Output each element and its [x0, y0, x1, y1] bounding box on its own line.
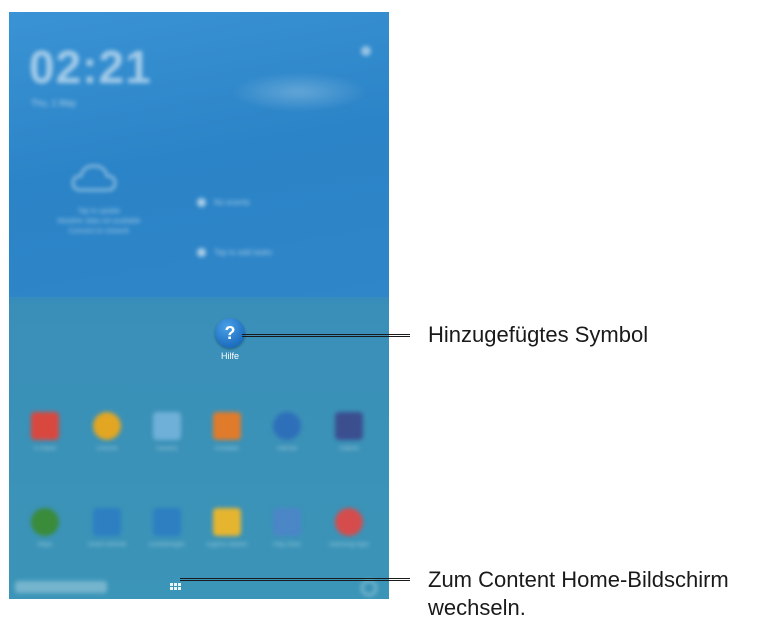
app-label: Eigene Dateien: [206, 542, 248, 548]
tasks-row[interactable]: Tap to add tasks: [197, 244, 272, 260]
weather-text: Tap to update Weather data not available…: [39, 207, 159, 237]
tablet-home-screen: 02:21 Thu, 1 May Tap to update Weather d…: [9, 12, 389, 599]
help-app-icon[interactable]: ? Hilfe: [210, 318, 250, 361]
gallery-icon[interactable]: [335, 412, 363, 440]
weather-line: Weather data not available: [57, 218, 141, 225]
app-label: Maps: [37, 542, 53, 548]
contacts-icon[interactable]: [213, 412, 241, 440]
widget-settings-icon[interactable]: [361, 46, 371, 56]
events-row[interactable]: No events: [197, 194, 250, 210]
weather-cloud-icon[interactable]: [69, 160, 119, 196]
widget-area: 02:21 Thu, 1 May Tap to update Weather d…: [9, 12, 389, 297]
help-icon: ?: [215, 318, 245, 348]
settings-icon[interactable]: [153, 508, 181, 536]
search-pill[interactable]: [15, 581, 107, 593]
app-label: Einstellungen: [148, 542, 186, 548]
callout-line-content-home: [180, 578, 410, 581]
play-store-icon[interactable]: [273, 508, 301, 536]
calendar-icon: [197, 197, 206, 207]
app-label: Smart Remote: [87, 542, 127, 548]
app-label: Kontakte: [215, 446, 239, 452]
tasks-label: Tap to add tasks: [214, 247, 273, 257]
date-label: Thu, 1 May: [31, 98, 77, 108]
app-label: Play Store: [273, 542, 301, 548]
my-files-icon[interactable]: [213, 508, 241, 536]
weather-line: Connect to network: [68, 228, 130, 235]
task-icon: [197, 247, 206, 257]
weather-line: Tap to update: [77, 208, 121, 215]
grid-dot: [170, 583, 173, 586]
grid-dot: [178, 583, 181, 586]
maps-icon[interactable]: [31, 508, 59, 536]
grid-dot: [174, 583, 177, 586]
internet-icon[interactable]: [273, 412, 301, 440]
app-label: Samsung Apps: [328, 542, 370, 548]
pokemon-icon[interactable]: [335, 508, 363, 536]
app-label: Chrome: [96, 446, 118, 452]
apps-grid-icon[interactable]: [170, 583, 182, 592]
chrome-icon[interactable]: [93, 412, 121, 440]
app-label: S Planer: [33, 446, 57, 452]
callout-content-home-line2: wechseln.: [428, 595, 526, 620]
calendar-icon[interactable]: [31, 412, 59, 440]
grid-dot: [178, 587, 181, 590]
grid-dot: [170, 587, 173, 590]
camera-icon[interactable]: [153, 412, 181, 440]
callout-line-added-icon: [242, 334, 410, 337]
clock-widget[interactable]: 02:21: [29, 40, 152, 94]
app-label: Internet: [276, 446, 298, 452]
page-indicator-icon[interactable]: [361, 580, 377, 596]
app-label: Galerie: [339, 446, 359, 452]
events-label: No events: [214, 197, 251, 207]
app-label: Kamera: [156, 446, 178, 452]
smart-remote-icon[interactable]: [93, 508, 121, 536]
grid-dot: [174, 587, 177, 590]
callout-added-icon: Hinzugefügtes Symbol: [428, 322, 649, 347]
callout-content-home-line1: Zum Content Home-Bildschirm: [428, 567, 729, 592]
wallpaper-streak: [229, 72, 369, 112]
help-app-label: Hilfe: [220, 351, 239, 361]
